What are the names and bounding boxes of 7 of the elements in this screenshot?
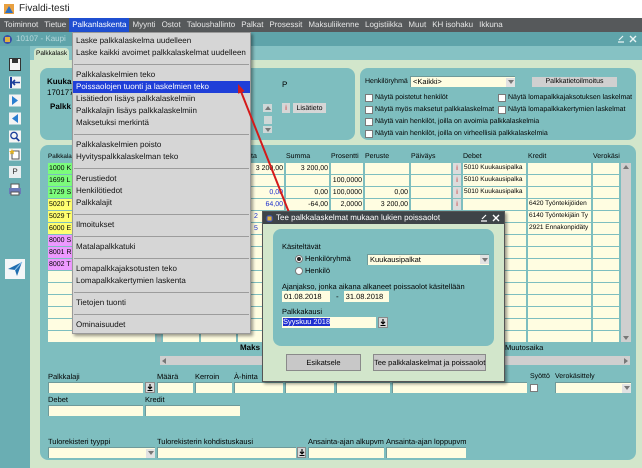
field-label: P — [281, 81, 288, 89]
column-label: Maks — [240, 343, 260, 352]
field-label: Kuuka — [47, 78, 72, 86]
window-title: Fivaldi-testi — [19, 4, 70, 14]
form-title: 10107 - Kaupi — [16, 35, 66, 43]
range-separator: - — [336, 292, 339, 300]
field-label: Palkk — [49, 103, 72, 111]
